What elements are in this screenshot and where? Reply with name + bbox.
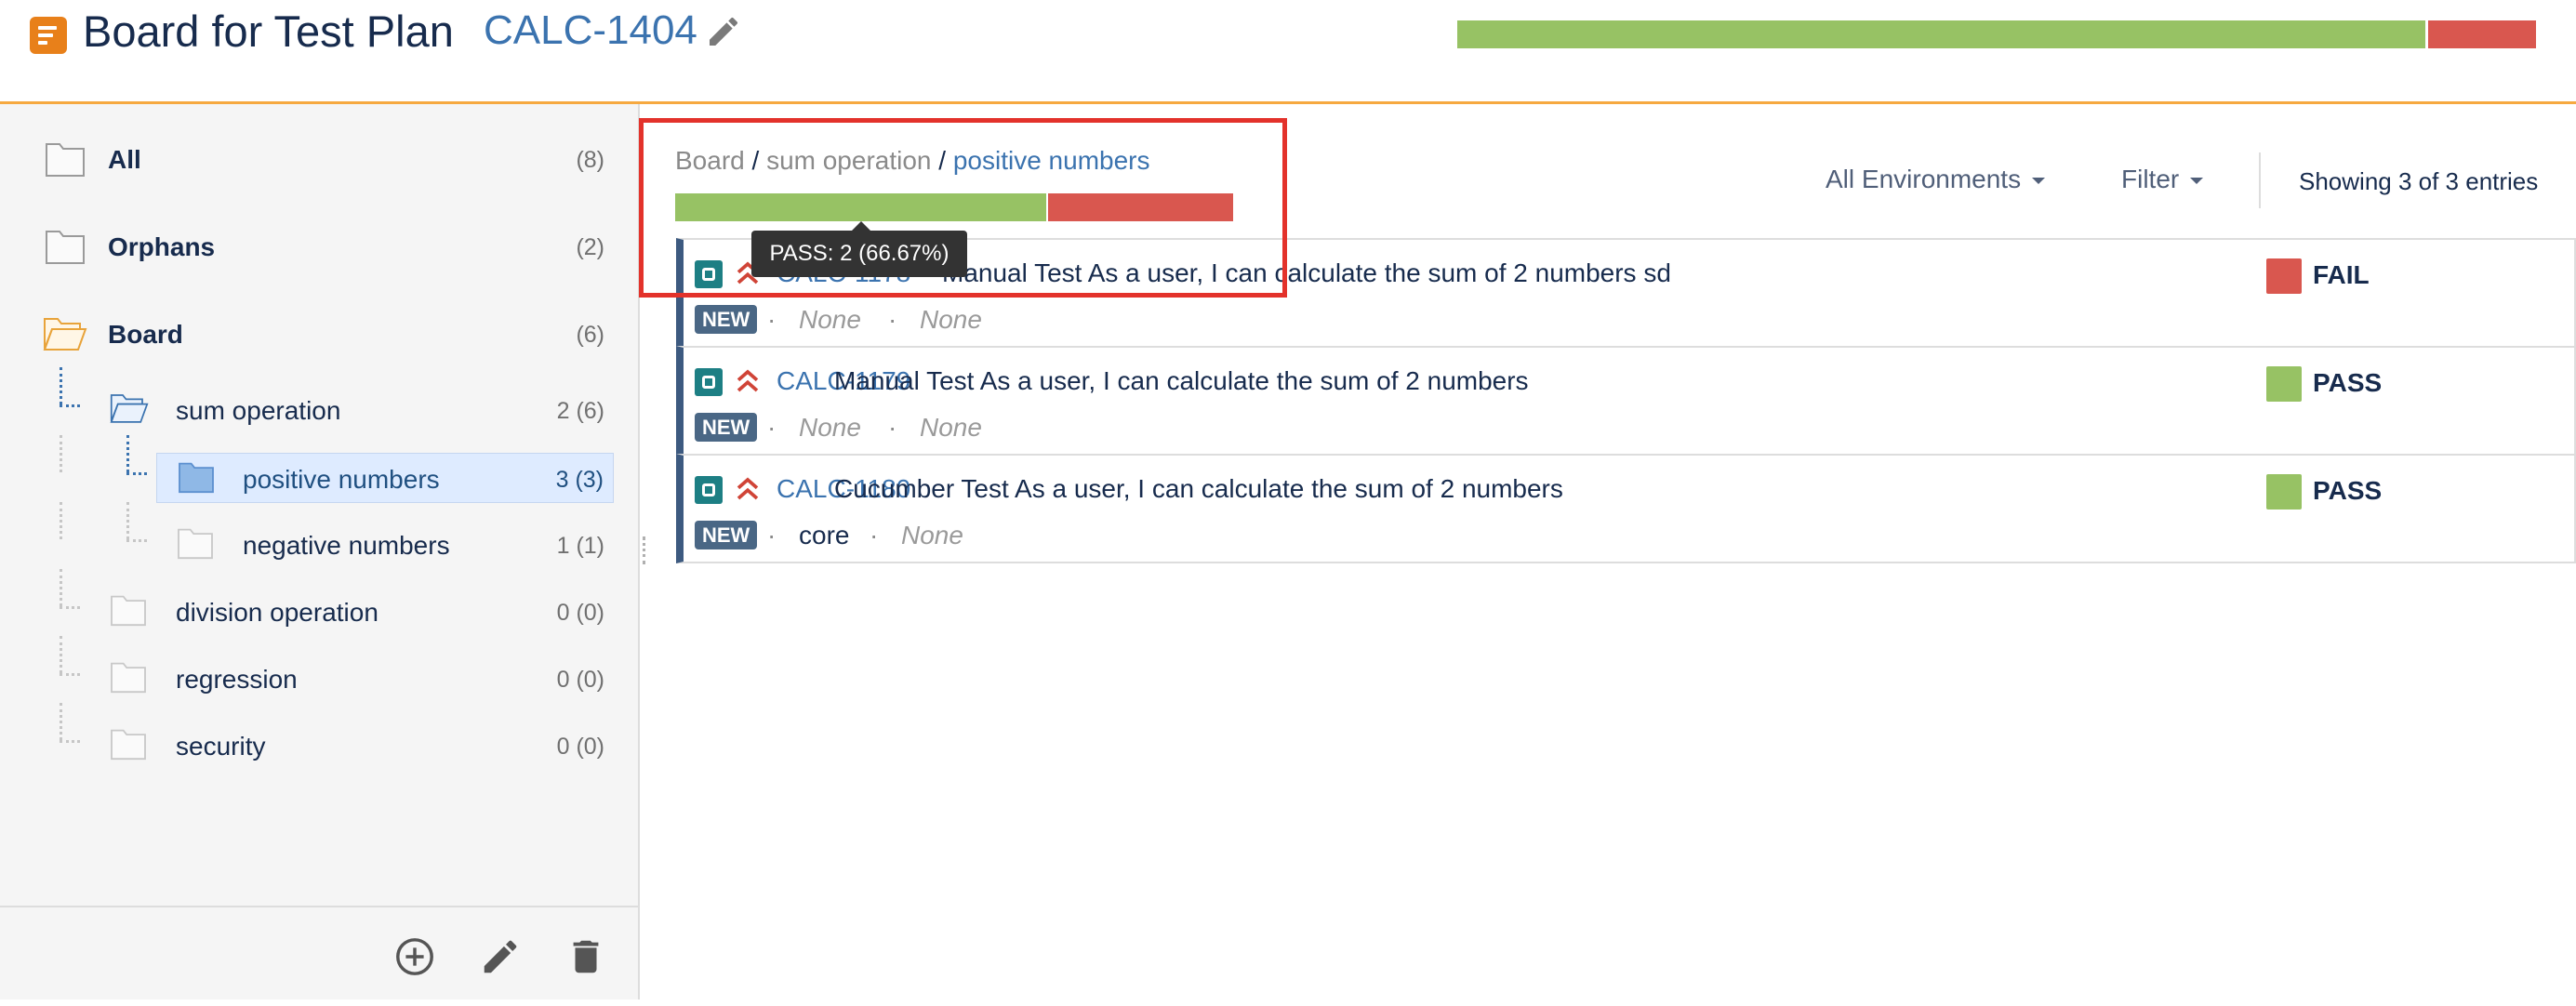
tree-item-division-operation[interactable]: division operation 0 (0): [0, 584, 638, 640]
test-summary: Cucumber Test As a user, I can calculate…: [834, 474, 1563, 503]
tree-item-label: negative numbers: [243, 531, 450, 560]
tree-item-label: security: [176, 732, 266, 761]
tree-item-orphans[interactable]: Orphans (2): [0, 218, 638, 274]
tree-item-count: 3 (3): [555, 467, 604, 493]
test-component: None: [799, 305, 861, 334]
folder-icon: [111, 662, 146, 694]
main-panel: Board / sum operation / positive numbers…: [639, 104, 2576, 999]
test-component: None: [799, 413, 861, 442]
sidebar-footer: [0, 906, 638, 999]
tree-item-label: Orphans: [108, 232, 216, 261]
tree-item-sum-operation[interactable]: sum operation 2 (6): [0, 382, 638, 438]
meta-separator: ·: [888, 305, 897, 334]
panel-resize-handle[interactable]: [643, 536, 648, 564]
caret-down-icon: [2190, 178, 2204, 185]
tree-item-security[interactable]: security 0 (0): [0, 718, 638, 774]
folder-icon: [179, 462, 214, 494]
status-badge: NEW: [695, 521, 758, 549]
folder-icon: [46, 143, 85, 177]
test-plan-icon: [30, 17, 67, 54]
tree-item-count: 0 (0): [556, 600, 604, 626]
test-type-icon: [695, 368, 723, 396]
status-badge: NEW: [695, 413, 758, 442]
folder-icon: [178, 528, 213, 560]
folder-open-icon: [110, 394, 149, 423]
folder-icon: [46, 231, 85, 264]
tree-item-all[interactable]: All (8): [0, 131, 638, 187]
priority-highest-icon: [737, 369, 759, 392]
tree-item-count: (2): [576, 234, 604, 260]
tree-item-negative-numbers[interactable]: negative numbers 1 (1): [0, 517, 638, 573]
folder-open-icon: [43, 318, 87, 351]
progress-fail-segment: [2428, 20, 2536, 48]
meta-separator: ·: [767, 305, 777, 334]
add-circle-icon[interactable]: [393, 935, 436, 978]
priority-highest-icon: [737, 477, 759, 500]
tree-item-positive-numbers[interactable]: positive numbers 3 (3): [156, 453, 614, 503]
tree-connector: [126, 472, 147, 475]
filter-label: Filter: [2121, 165, 2180, 193]
tree-connector: [60, 435, 62, 472]
trash-icon[interactable]: [564, 935, 607, 978]
page-header: Board for Test Plan CALC-1404: [0, 0, 2576, 104]
progress-tooltip: PASS: 2 (66.67%): [751, 221, 967, 277]
status-badge: NEW: [695, 305, 758, 334]
test-component: core: [799, 521, 850, 549]
tree-item-count: 0 (0): [556, 667, 604, 693]
test-type-icon: [695, 476, 723, 504]
test-summary: Manual Test As a user, I can calculate t…: [834, 366, 1529, 395]
table-row[interactable]: CALC-1180 Cucumber Test As a user, I can…: [676, 454, 2576, 563]
tree-item-label: All: [108, 145, 141, 174]
tree-item-count: 0 (0): [556, 734, 604, 760]
environments-dropdown[interactable]: All Environments: [1826, 165, 2046, 194]
folder-icon: [111, 595, 146, 627]
tree-item-label: regression: [176, 665, 298, 694]
pass-status-icon: [2266, 366, 2302, 402]
page-title: Board for Test Plan: [83, 7, 454, 56]
tree-item-regression[interactable]: regression 0 (0): [0, 651, 638, 707]
meta-separator: ·: [767, 521, 777, 549]
entries-count: Showing 3 of 3 entries: [2299, 167, 2539, 195]
toolbar-divider: [2259, 152, 2261, 208]
table-row[interactable]: CALC-1179 Manual Test As a user, I can c…: [676, 346, 2576, 456]
tree-item-count: (6): [576, 322, 604, 348]
folder-tree-sidebar: All (8) Orphans (2) Board (6) sum operat…: [0, 104, 640, 999]
tree-item-label: division operation: [176, 598, 378, 627]
tree-item-label: positive numbers: [243, 465, 440, 494]
tree-item-label: sum operation: [176, 396, 341, 425]
tree-connector: [126, 435, 129, 472]
test-label: None: [901, 521, 963, 549]
test-status: PASS: [2313, 476, 2383, 505]
test-label: None: [920, 413, 982, 442]
issue-key-link[interactable]: CALC-1404: [484, 7, 697, 54]
tree-item-count: 2 (6): [556, 398, 604, 424]
fail-status-icon: [2266, 258, 2302, 294]
caret-down-icon: [2032, 178, 2046, 185]
progress-pass-segment: [1457, 20, 2426, 48]
meta-separator: ·: [888, 413, 897, 442]
plan-progress-bar: [1457, 20, 2536, 48]
pass-status-icon: [2266, 474, 2302, 510]
environments-label: All Environments: [1826, 165, 2022, 193]
tree-item-count: (8): [576, 147, 604, 173]
test-status: PASS: [2313, 368, 2383, 397]
filter-dropdown[interactable]: Filter: [2121, 165, 2204, 194]
tree-item-board[interactable]: Board (6): [0, 306, 638, 362]
pencil-icon[interactable]: [705, 13, 742, 50]
pencil-icon[interactable]: [479, 935, 522, 978]
meta-separator: ·: [870, 521, 879, 549]
meta-separator: ·: [767, 413, 777, 442]
test-label: None: [920, 305, 982, 334]
tree-item-count: 1 (1): [556, 533, 604, 559]
folder-icon: [111, 729, 146, 761]
test-status: FAIL: [2313, 260, 2370, 289]
tree-item-label: Board: [108, 320, 183, 349]
